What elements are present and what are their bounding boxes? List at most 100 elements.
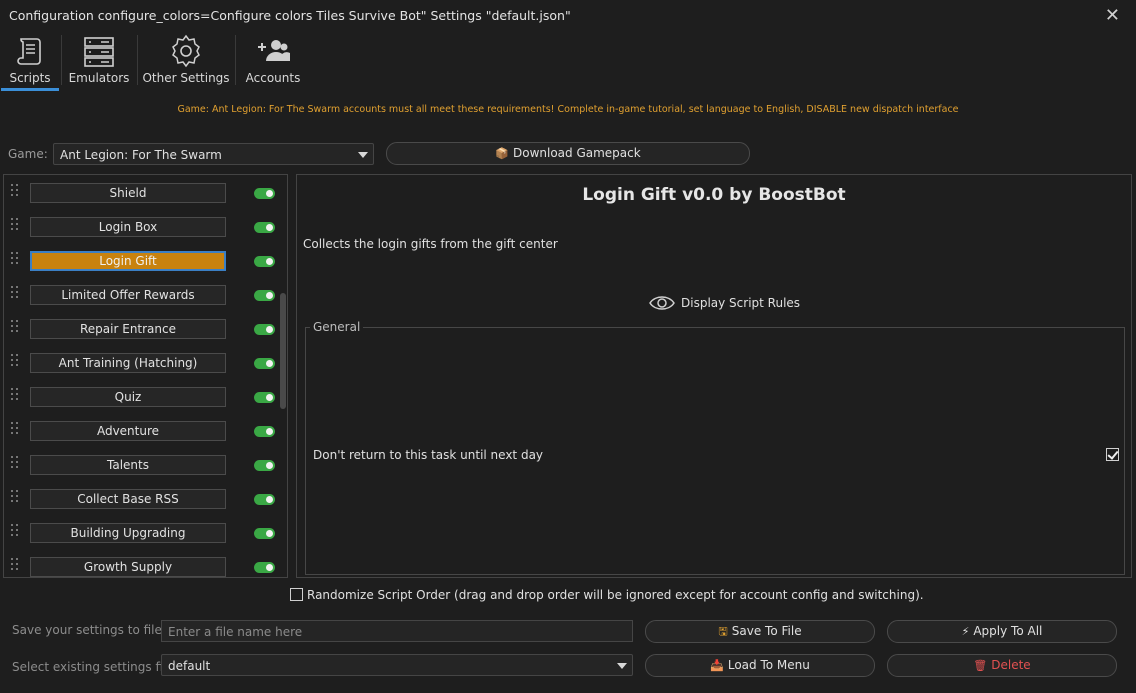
script-toggle[interactable] [254,358,275,369]
tab-other-settings[interactable]: Other Settings [140,31,232,89]
save-to-file-label: Save To File [731,624,802,638]
scrollbar-thumb[interactable] [280,293,286,409]
tab-label: Emulators [68,71,130,85]
save-settings-label: Save your settings to file [12,623,162,637]
game-select[interactable]: Ant Legion: For The Swarm [53,143,374,165]
script-toggle[interactable] [254,392,275,403]
eye-icon [649,296,675,310]
drag-handle-icon[interactable] [11,456,19,470]
script-toggle[interactable] [254,562,275,573]
script-button[interactable]: Limited Offer Rewards [30,285,226,305]
delete-label: Delete [991,658,1031,672]
title-bar: Configuration configure_colors=Configure… [0,0,1136,31]
script-toggle[interactable] [254,460,275,471]
drag-handle-icon[interactable] [11,388,19,402]
script-button[interactable]: Talents [30,455,226,475]
script-toggle[interactable] [254,324,275,335]
script-row[interactable]: Limited Offer Rewards [4,277,276,311]
script-row[interactable]: Adventure [4,413,276,447]
no-return-checkbox[interactable] [1106,448,1119,461]
script-button[interactable]: Growth Supply [30,557,226,577]
load-to-menu-button[interactable]: 📥 Load To Menu [645,654,875,677]
tab-accounts[interactable]: Accounts [238,31,308,89]
randomize-label: Randomize Script Order (drag and drop or… [307,588,924,602]
apply-to-all-label: Apply To All [973,624,1043,638]
game-requirements-notice: Game: Ant Legion: For The Swarm accounts… [177,104,959,115]
tab-label: Accounts [245,71,301,85]
script-button[interactable]: Ant Training (Hatching) [30,353,226,373]
server-icon [84,37,114,67]
trash-icon: 🗑 [973,659,988,672]
script-row[interactable]: Login Gift [4,243,276,277]
tab-label: Other Settings [142,71,230,85]
tab-label: Scripts [9,71,51,85]
script-button[interactable]: Adventure [30,421,226,441]
active-tab-indicator [1,88,59,91]
tab-emulators[interactable]: Emulators [64,31,134,89]
drag-handle-icon[interactable] [11,558,19,572]
toolbar-divider [235,35,236,85]
filename-placeholder: Enter a file name here [168,625,303,639]
script-description: Collects the login gifts from the gift c… [303,237,558,251]
download-gamepack-label: Download Gamepack [512,146,641,160]
script-button[interactable]: Quiz [30,387,226,407]
script-toggle[interactable] [254,528,275,539]
script-toggle[interactable] [254,222,275,233]
settings-file-select[interactable]: default [161,654,633,676]
script-toggle[interactable] [254,426,275,437]
script-row[interactable]: Login Box [4,209,276,243]
script-row[interactable]: Talents [4,447,276,481]
add-user-icon [258,40,290,61]
load-to-menu-label: Load To Menu [727,658,810,672]
filename-input[interactable]: Enter a file name here [161,620,633,642]
close-icon[interactable]: ✕ [1105,5,1120,26]
script-row[interactable]: Quiz [4,379,276,413]
script-button[interactable]: Login Box [30,217,226,237]
save-to-file-button[interactable]: 🖫 Save To File [645,620,875,643]
lightning-icon: ⚡ [961,625,970,638]
floppy-icon: 🖫 [718,625,728,638]
apply-to-all-button[interactable]: ⚡ Apply To All [887,620,1117,643]
drag-handle-icon[interactable] [11,218,19,232]
script-row[interactable]: Ant Training (Hatching) [4,345,276,379]
game-label: Game: [8,147,48,161]
download-gamepack-button[interactable]: 📦 Download Gamepack [386,142,750,165]
scroll-icon [17,38,41,65]
drag-handle-icon[interactable] [11,286,19,300]
chevron-down-icon [617,663,627,669]
delete-button[interactable]: 🗑 Delete [887,654,1117,677]
drag-handle-icon[interactable] [11,490,19,504]
settings-file-value: default [168,659,211,673]
script-row[interactable]: Collect Base RSS [4,481,276,515]
script-button[interactable]: Building Upgrading [30,523,226,543]
drag-handle-icon[interactable] [11,184,19,198]
select-settings-label: Select existing settings file [12,660,174,674]
script-button-active[interactable]: Login Gift [30,251,226,271]
script-row[interactable]: Shield [4,175,276,209]
drag-handle-icon[interactable] [11,524,19,538]
window-title: Configuration configure_colors=Configure… [9,8,571,23]
script-button[interactable]: Collect Base RSS [30,489,226,509]
script-button[interactable]: Repair Entrance [30,319,226,339]
drag-handle-icon[interactable] [11,422,19,436]
tab-scripts[interactable]: Scripts [0,31,60,89]
script-row[interactable]: Growth Supply [4,549,276,577]
toolbar-divider [61,35,62,85]
drag-handle-icon[interactable] [11,252,19,266]
script-list: Shield Login Box Login Gift Limited Offe… [3,174,288,578]
script-row[interactable]: Building Upgrading [4,515,276,549]
drag-handle-icon[interactable] [11,320,19,334]
randomize-checkbox[interactable] [290,588,303,601]
game-select-value: Ant Legion: For The Swarm [60,148,222,162]
script-toggle[interactable] [254,188,275,199]
chevron-down-icon [358,152,368,158]
script-toggle[interactable] [254,494,275,505]
group-title: General [310,320,364,334]
toolbar: Scripts Emulators Other Settings Account… [0,31,1136,91]
drag-handle-icon[interactable] [11,354,19,368]
script-button[interactable]: Shield [30,183,226,203]
script-row[interactable]: Repair Entrance [4,311,276,345]
script-toggle[interactable] [254,256,275,267]
toolbar-divider [137,35,138,85]
script-toggle[interactable] [254,290,275,301]
